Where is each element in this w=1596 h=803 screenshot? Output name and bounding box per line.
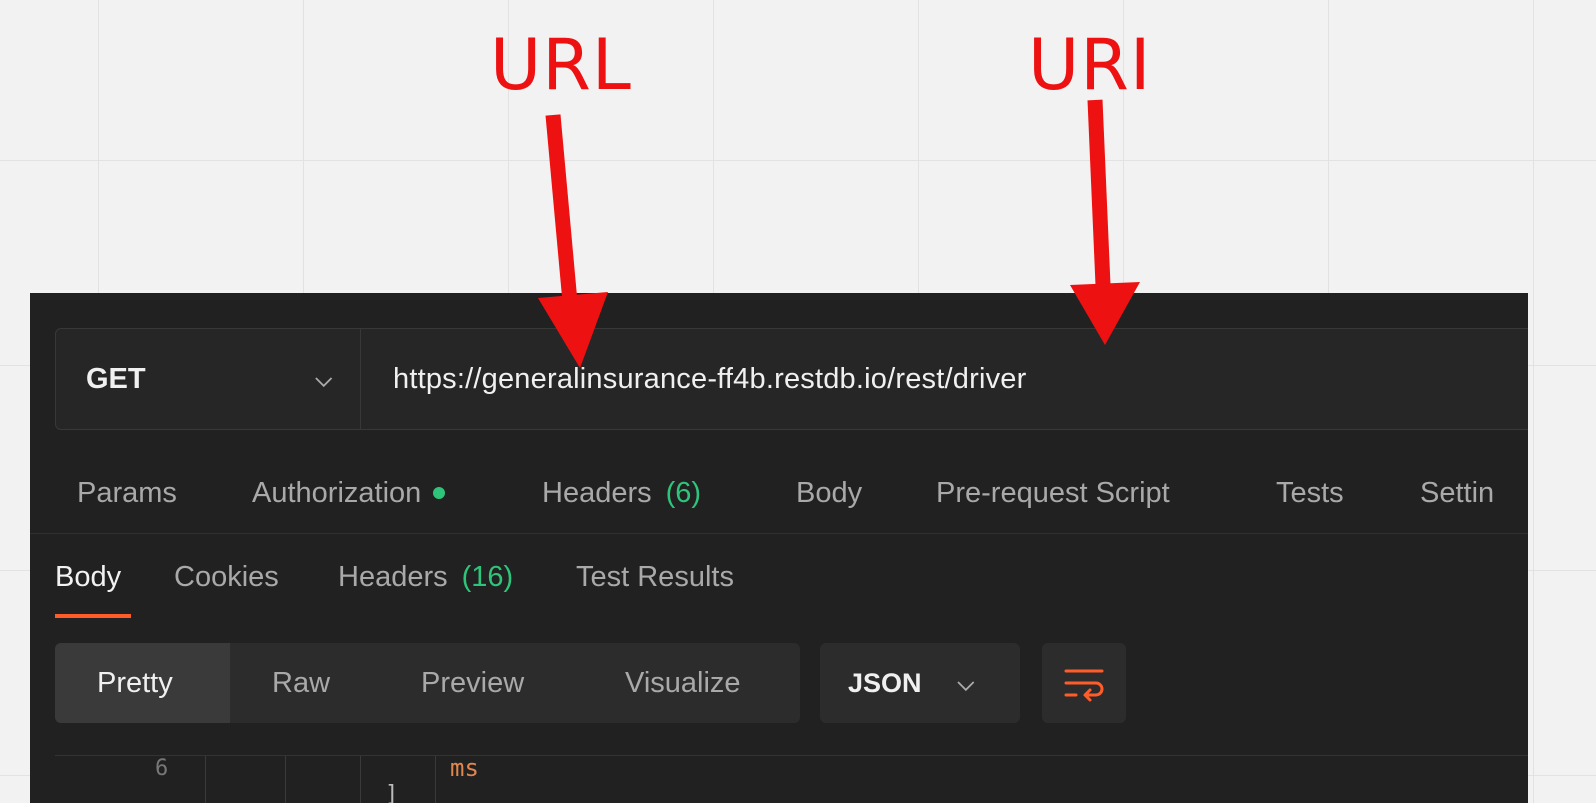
response-editor: 6 ms ] [55,754,1528,803]
view-pretty-button[interactable]: Pretty [55,643,230,723]
indent-guide [360,756,361,803]
response-tab-headers[interactable]: Headers (16) [338,561,513,594]
view-preview-button[interactable]: Preview [421,643,524,723]
chevron-down-icon: ⌵ [315,366,332,391]
tab-headers-label: Headers [542,476,652,509]
view-visualize-label: Visualize [625,666,741,699]
status-dot-icon [433,487,446,499]
active-tab-underline [55,614,131,618]
method-selector[interactable]: GET ⌵ [56,329,361,429]
wrap-lines-button[interactable] [1042,643,1126,723]
tab-pre-request-script[interactable]: Pre-request Script [936,477,1170,510]
format-select[interactable]: JSON ⌵ [820,643,1020,723]
view-mode-segmented-control: Pretty Raw Preview Visualize [55,643,800,723]
response-headers-count-badge: (16) [461,561,514,593]
chevron-down-icon: ⌵ [957,670,975,695]
response-tabs: Body Cookies Headers (16) Test Results [30,533,1528,627]
method-label: GET [86,362,146,395]
code-bracket: ] [385,782,399,803]
tab-pre-request-script-label: Pre-request Script [936,476,1170,509]
tab-authorization-label: Authorization [252,476,422,509]
view-raw-label: Raw [272,666,331,699]
tab-tests-label: Tests [1276,476,1344,509]
request-tabs: Params Authorization Headers (6) Body Pre… [30,453,1528,534]
view-visualize-button[interactable]: Visualize [625,643,741,723]
view-preview-label: Preview [421,666,525,699]
tab-params[interactable]: Params [77,477,177,510]
indent-guide [285,756,286,803]
tab-settings-label: Settin [1420,476,1495,509]
response-tab-cookies-label: Cookies [174,561,279,593]
code-fragment: ms [450,754,479,782]
tab-body-label: Body [796,476,863,509]
tab-authorization[interactable]: Authorization [252,476,446,510]
response-tab-test-results-label: Test Results [576,561,734,593]
response-tab-test-results[interactable]: Test Results [576,561,734,594]
request-bar: GET ⌵ https://generalinsurance-ff4b.rest… [55,328,1528,430]
tab-headers[interactable]: Headers (6) [542,477,701,510]
url-annotation-label: URL [490,24,632,106]
format-select-label: JSON [848,667,922,698]
indent-guide [435,756,436,803]
response-tab-body-label: Body [55,561,122,593]
tab-body[interactable]: Body [796,477,862,510]
view-raw-button[interactable]: Raw [272,643,330,723]
uri-annotation-label: URI [1028,24,1152,106]
line-number: 6 [155,756,169,781]
view-pretty-label: Pretty [97,666,173,699]
tab-params-label: Params [77,476,177,509]
response-tab-cookies[interactable]: Cookies [174,561,279,594]
tab-tests[interactable]: Tests [1276,477,1344,510]
tab-settings[interactable]: Settin [1420,477,1494,510]
response-tab-body[interactable]: Body [55,561,121,594]
headers-count-badge: (6) [665,476,702,509]
response-tab-headers-label: Headers [338,561,448,593]
url-input[interactable]: https://generalinsurance-ff4b.restdb.io/… [361,329,1528,429]
indent-guide [205,756,206,803]
postman-panel: GET ⌵ https://generalinsurance-ff4b.rest… [30,293,1528,803]
wrap-lines-icon [1064,669,1104,702]
